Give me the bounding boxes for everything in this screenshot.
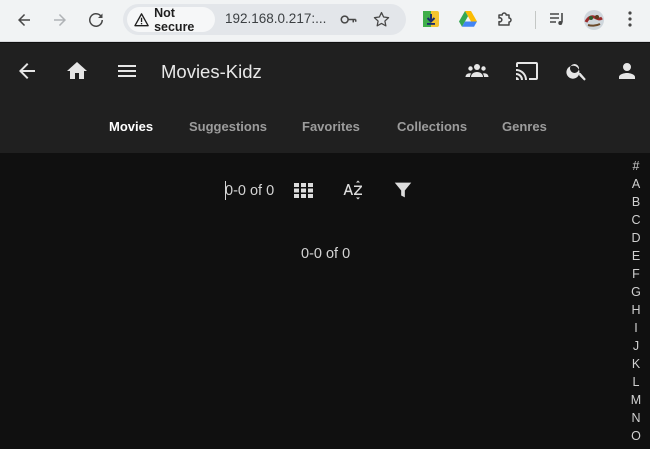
menu-button[interactable]	[114, 58, 140, 84]
security-label: Not secure	[154, 5, 195, 34]
alpha-index-item[interactable]: J	[626, 337, 646, 355]
home-button[interactable]	[64, 58, 90, 84]
address-bar[interactable]: Not secure 192.168.0.217:...	[123, 4, 406, 35]
forward-arrow-icon	[54, 14, 66, 26]
app-header: Movies-Kidz Movies Suggestions Favorites…	[0, 43, 650, 153]
download-extension-icon	[423, 11, 439, 27]
profile-button[interactable]	[583, 9, 604, 30]
password-key-button[interactable]	[339, 10, 358, 29]
sort-az-icon	[343, 180, 362, 200]
alpha-index-item[interactable]: L	[626, 373, 646, 391]
menu-icon	[118, 65, 136, 77]
toolbar-separator	[535, 11, 536, 29]
bookmark-button[interactable]	[372, 10, 391, 29]
tab-genres[interactable]: Genres	[502, 119, 547, 134]
star-icon	[373, 11, 390, 27]
pager-text-center: 0-0 of 0	[301, 246, 351, 262]
extensions-button[interactable]	[495, 9, 515, 29]
extensions-puzzle-icon	[498, 12, 512, 26]
users-button[interactable]	[464, 58, 490, 84]
filter-icon	[394, 182, 412, 198]
tab-collections[interactable]: Collections	[397, 119, 467, 134]
google-drive-extension-button[interactable]	[458, 9, 478, 29]
text-caret	[225, 181, 226, 200]
grid-view-icon	[294, 183, 313, 198]
alpha-index-item[interactable]: A	[626, 175, 646, 193]
home-icon	[67, 62, 87, 79]
alpha-index-item[interactable]: M	[626, 391, 646, 409]
users-icon	[465, 64, 489, 77]
browser-reload-button[interactable]	[83, 7, 109, 33]
person-icon	[619, 63, 635, 79]
browser-menu-button[interactable]	[620, 9, 640, 29]
alpha-index-item[interactable]: G	[626, 283, 646, 301]
cast-button[interactable]	[514, 58, 540, 84]
search-icon	[566, 64, 586, 81]
user-account-button[interactable]	[614, 58, 640, 84]
url-text: 192.168.0.217:...	[225, 11, 327, 26]
page-title: Movies-Kidz	[161, 61, 262, 82]
profile-avatar-icon	[584, 10, 604, 30]
back-button[interactable]	[14, 58, 40, 84]
browser-toolbar: Not secure 192.168.0.217:...	[0, 0, 650, 42]
alpha-index-item[interactable]: I	[626, 319, 646, 337]
back-arrow-icon	[19, 63, 35, 79]
alpha-index-item[interactable]: E	[626, 247, 646, 265]
cast-icon	[516, 62, 538, 80]
media-controls-button[interactable]	[547, 9, 567, 29]
tab-favorites[interactable]: Favorites	[302, 119, 360, 134]
warning-icon	[134, 12, 149, 26]
media-queue-icon	[550, 13, 563, 25]
alpha-index-item[interactable]: O	[626, 427, 646, 445]
download-extension-button[interactable]	[421, 9, 441, 29]
kebab-menu-icon	[628, 11, 632, 27]
google-drive-icon	[459, 11, 477, 27]
alpha-index-item[interactable]: N	[626, 409, 646, 427]
tab-movies[interactable]: Movies	[109, 119, 153, 134]
back-arrow-icon	[18, 14, 30, 26]
filter-button[interactable]	[390, 177, 416, 203]
tab-suggestions[interactable]: Suggestions	[189, 119, 267, 134]
alpha-index-item[interactable]: B	[626, 193, 646, 211]
alpha-index-item[interactable]: H	[626, 301, 646, 319]
view-mode-button[interactable]	[291, 177, 317, 203]
browser-forward-button[interactable]	[47, 7, 73, 33]
alpha-index-item[interactable]: F	[626, 265, 646, 283]
alpha-index-item[interactable]: K	[626, 355, 646, 373]
browser-back-button[interactable]	[11, 7, 37, 33]
alpha-index-item[interactable]: #	[626, 157, 646, 175]
search-button[interactable]	[564, 58, 590, 84]
sort-button[interactable]	[340, 177, 366, 203]
reload-icon	[89, 12, 103, 27]
pager-text-top: 0-0 of 0	[225, 183, 275, 199]
alpha-index-item[interactable]: D	[626, 229, 646, 247]
alpha-index-item[interactable]: C	[626, 211, 646, 229]
key-icon	[340, 15, 357, 24]
site-info-chip[interactable]: Not secure	[127, 5, 215, 34]
library-content: 0-0 of 0 0-0 of 0 # A B C D E F G H I J …	[0, 153, 650, 449]
alphabet-index: # A B C D E F G H I J K L M N O	[626, 157, 646, 445]
